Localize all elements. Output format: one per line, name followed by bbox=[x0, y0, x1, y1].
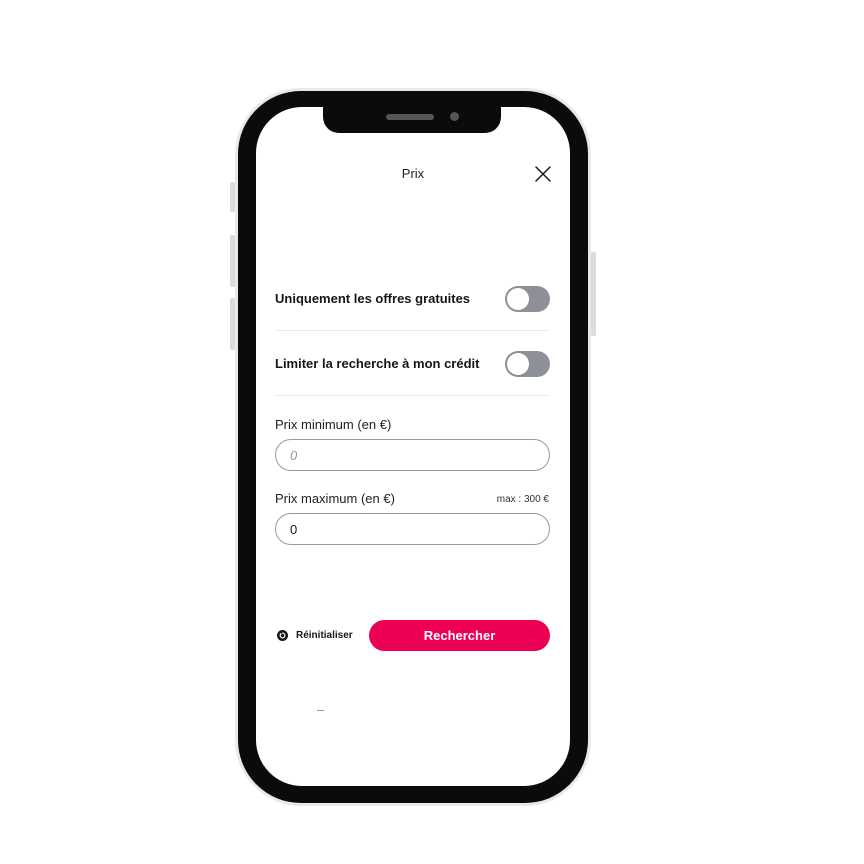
max-price-hint: max : 300 € bbox=[496, 494, 549, 505]
max-price-label: Prix maximum (en €) bbox=[275, 491, 395, 506]
limit-credit-row: Limiter la recherche à mon crédit bbox=[275, 332, 550, 396]
min-price-label: Prix minimum (en €) bbox=[275, 417, 392, 432]
free-offers-toggle[interactable] bbox=[505, 285, 550, 312]
front-camera bbox=[450, 112, 459, 121]
free-offers-row: Uniquement les offres gratuites bbox=[275, 267, 550, 331]
toggle-knob bbox=[507, 287, 529, 310]
toggle-knob bbox=[507, 352, 529, 375]
speaker-grille bbox=[386, 114, 434, 120]
phone-mute-switch bbox=[230, 182, 235, 212]
phone-power-button bbox=[591, 252, 596, 336]
free-offers-label: Uniquement les offres gratuites bbox=[275, 291, 471, 306]
min-price-input[interactable] bbox=[275, 439, 550, 471]
reset-icon bbox=[277, 629, 288, 641]
reset-button[interactable]: Réinitialiser bbox=[277, 625, 353, 645]
page-title: Prix bbox=[401, 166, 425, 181]
phone-volume-up bbox=[230, 235, 235, 287]
limit-credit-label: Limiter la recherche à mon crédit bbox=[275, 356, 480, 371]
close-icon bbox=[535, 166, 551, 182]
reset-label: Réinitialiser bbox=[296, 629, 353, 641]
phone-screen: Prix Uniquement les offres gratuites Lim… bbox=[256, 107, 570, 786]
phone-notch bbox=[323, 107, 501, 133]
limit-credit-toggle[interactable] bbox=[505, 350, 550, 377]
max-price-input[interactable] bbox=[275, 513, 550, 545]
divider-mark bbox=[317, 710, 324, 711]
close-button[interactable] bbox=[533, 164, 553, 184]
search-button[interactable]: Rechercher bbox=[369, 620, 550, 651]
phone-volume-down bbox=[230, 298, 235, 350]
